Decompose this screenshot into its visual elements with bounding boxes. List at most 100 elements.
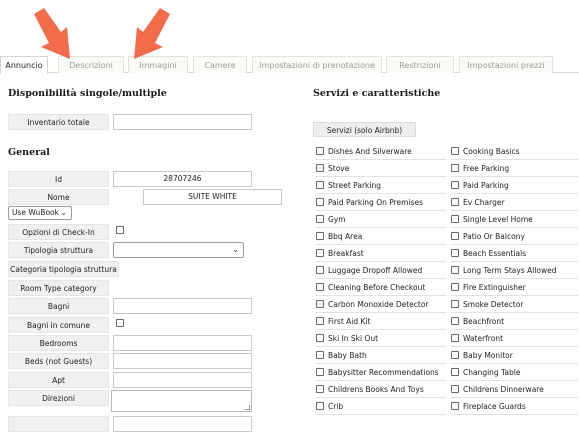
service-checkbox[interactable] [316,283,324,291]
tab-impostazioni-prenotazione[interactable]: Impostazioni di prenotazione [252,56,382,73]
general-heading: General [8,147,50,158]
service-item[interactable]: Dishes And Silverware [316,143,446,160]
service-checkbox[interactable] [451,147,459,155]
service-checkbox[interactable] [451,368,459,376]
directions-textarea[interactable] [111,390,252,412]
service-checkbox[interactable] [316,402,324,410]
resize-grip-icon[interactable] [245,405,250,410]
service-label: Childrens Books And Toys [328,385,424,394]
service-label: Bbq Area [328,232,363,241]
service-label: Paid Parking On Premises [328,198,423,207]
service-item[interactable]: Ski In Ski Out [316,330,446,347]
service-checkbox[interactable] [316,147,324,155]
service-item[interactable]: Fireplace Guards [451,398,578,415]
service-checkbox[interactable] [316,266,324,274]
service-label: Ev Charger [463,198,505,207]
service-item[interactable]: Gym [316,211,446,228]
airbnb-services-button[interactable]: Servizi (solo Airbnb) [313,122,416,137]
service-checkbox[interactable] [451,198,459,206]
inventory-input[interactable] [113,114,252,130]
bathrooms-input[interactable] [113,298,252,314]
name-input[interactable]: SUITE WHITE [143,189,282,205]
service-checkbox[interactable] [451,385,459,393]
service-label: Patio Or Balcony [463,232,525,241]
beds-input[interactable] [113,353,252,369]
service-label: Changing Table [463,368,521,377]
service-checkbox[interactable] [316,334,324,342]
tab-camere[interactable]: Camere [193,56,247,73]
service-checkbox[interactable] [316,368,324,376]
service-item[interactable]: Street Parking [316,177,446,194]
service-checkbox[interactable] [451,283,459,291]
service-item[interactable]: Ev Charger [451,194,578,211]
service-item[interactable]: First Aid Kit [316,313,446,330]
service-checkbox[interactable] [451,317,459,325]
service-item[interactable]: Beachfront [451,313,578,330]
service-checkbox[interactable] [451,215,459,223]
service-item[interactable]: Luggage Dropoff Allowed [316,262,446,279]
service-checkbox[interactable] [316,300,324,308]
service-item[interactable]: Childrens Books And Toys [316,381,446,398]
service-checkbox[interactable] [451,300,459,308]
service-label: Ski In Ski Out [328,334,379,343]
service-item[interactable]: Babysitter Recommendations [316,364,446,381]
service-checkbox[interactable] [451,334,459,342]
structure-category-label: Categoria tipologia struttura [8,261,119,277]
service-label: Stove [328,164,350,173]
service-item[interactable]: Beach Essentials [451,245,578,262]
service-checkbox[interactable] [316,232,324,240]
service-checkbox[interactable] [316,164,324,172]
service-item[interactable]: Childrens Dinnerware [451,381,578,398]
service-label: Cooking Basics [463,147,520,156]
service-checkbox[interactable] [451,351,459,359]
checkin-checkbox[interactable] [116,226,124,234]
wubook-select[interactable]: Use WuBook ⌄ [8,206,72,220]
service-label: First Aid Kit [328,317,371,326]
tab-impostazioni-prezzi[interactable]: Impostazioni prezzi [459,56,553,73]
bedrooms-input[interactable] [113,335,252,351]
service-item[interactable]: Smoke Detector [451,296,578,313]
id-input[interactable]: 28707246 [113,171,252,187]
shared-bathrooms-checkbox[interactable] [116,319,124,327]
service-item[interactable]: Cleaning Before Checkout [316,279,446,296]
service-checkbox[interactable] [316,317,324,325]
service-checkbox[interactable] [451,402,459,410]
service-checkbox[interactable] [316,385,324,393]
service-item[interactable]: Cooking Basics [451,143,578,160]
service-item[interactable]: Changing Table [451,364,578,381]
service-checkbox[interactable] [451,266,459,274]
service-label: Baby Monitor [463,351,513,360]
bedrooms-label: Bedrooms [8,335,109,351]
service-checkbox[interactable] [316,351,324,359]
service-checkbox[interactable] [451,249,459,257]
service-item[interactable]: Free Parking [451,160,578,177]
service-checkbox[interactable] [316,198,324,206]
tab-restrizioni[interactable]: Restrizioni [386,56,454,73]
service-item[interactable]: Fire Extinguisher [451,279,578,296]
service-checkbox[interactable] [451,181,459,189]
service-item[interactable]: Single Level Home [451,211,578,228]
shared-bathrooms-label: Bagni in comune [8,317,109,333]
service-item[interactable]: Waterfront [451,330,578,347]
service-checkbox[interactable] [316,215,324,223]
service-item[interactable]: Baby Bath [316,347,446,364]
checkin-label: Opzioni di Check-In [8,224,109,240]
service-item[interactable]: Stove [316,160,446,177]
service-item[interactable]: Patio Or Balcony [451,228,578,245]
service-item[interactable]: Baby Monitor [451,347,578,364]
next-row-input[interactable] [113,416,252,432]
apt-input[interactable] [113,372,252,388]
service-checkbox[interactable] [451,232,459,240]
next-row-label [8,416,109,432]
service-item[interactable]: Long Term Stays Allowed [451,262,578,279]
service-checkbox[interactable] [316,249,324,257]
structure-type-select[interactable]: ⌄ [113,242,244,258]
service-item[interactable]: Carbon Monoxide Detector [316,296,446,313]
service-checkbox[interactable] [451,164,459,172]
service-item[interactable]: Bbq Area [316,228,446,245]
service-item[interactable]: Crib [316,398,446,415]
service-checkbox[interactable] [316,181,324,189]
service-item[interactable]: Paid Parking [451,177,578,194]
service-item[interactable]: Paid Parking On Premises [316,194,446,211]
service-item[interactable]: Breakfast [316,245,446,262]
